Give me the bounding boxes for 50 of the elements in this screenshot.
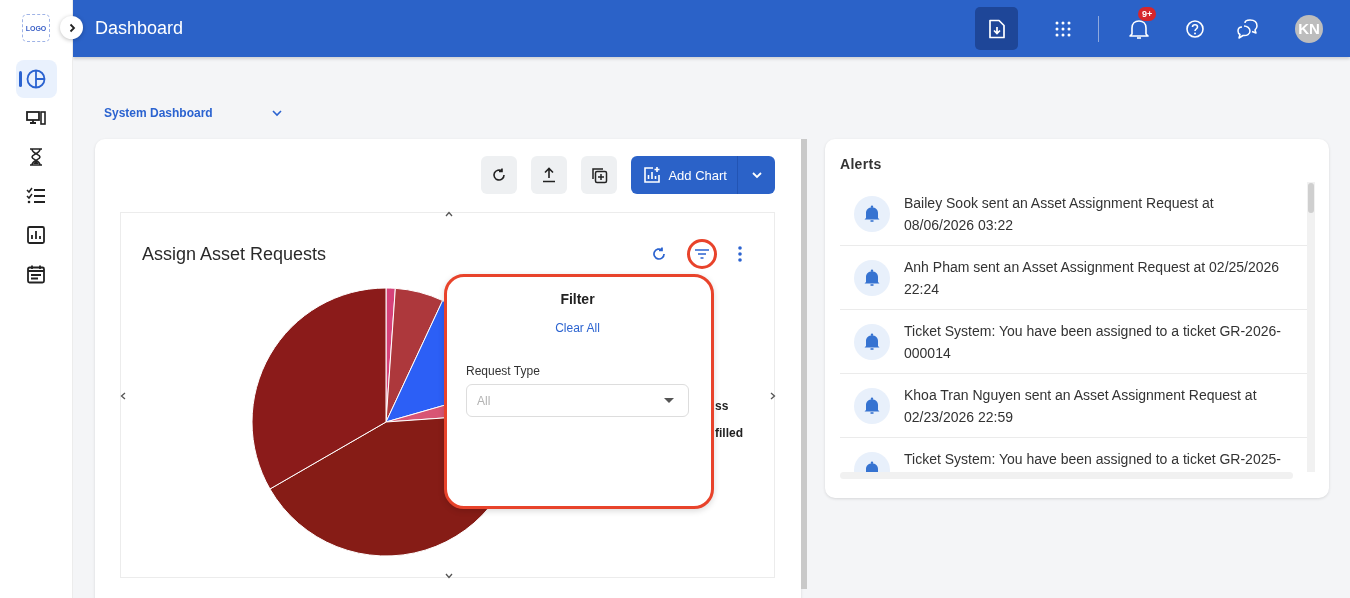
resize-handle-icon[interactable] [120,392,126,400]
alert-item[interactable]: Ticket System: You have been assigned to a ticket GR-2026-000014 [840,310,1307,374]
horizontal-scrollbar[interactable] [840,472,1293,479]
vertical-scrollbar[interactable] [1307,182,1315,472]
computer-icon [26,108,46,128]
alert-item[interactable]: Bailey Sook sent an Asset Assignment Request at 08/06/2026 03:22 [840,182,1307,246]
dropdown-arrow-icon [664,397,674,404]
more-options-icon[interactable] [738,246,742,262]
copy-add-icon [590,166,609,184]
alert-item[interactable]: Khoa Tran Nguyen sent an Asset Assignment Request at 02/23/2026 22:59 [840,374,1307,438]
bell-icon [854,260,890,296]
page-title: Dashboard [95,18,184,39]
caret-icon [750,171,763,179]
apps-grid-icon[interactable] [1054,19,1072,38]
chevron-down-icon [270,109,283,117]
dashboard-dropdown[interactable]: System Dashboard [95,104,283,122]
alert-item[interactable]: Anh Pham sent an Asset Assignment Request at 02/25/2026 22:24 [840,246,1307,310]
bell-icon [854,196,890,232]
bell-icon[interactable] [1129,17,1149,40]
duplicate-button[interactable] [581,156,618,194]
upload-icon [542,167,557,183]
pie-chart-icon [26,69,46,89]
refresh-icon[interactable] [652,247,666,261]
bell-icon [854,388,890,424]
alerts-title: Alerts [840,156,883,172]
resize-handle-icon[interactable] [770,392,776,400]
bar-chart-icon [26,225,46,245]
notification-badge: 9+ [1138,6,1157,21]
clear-all-link[interactable]: Clear All [555,321,600,335]
chat-bubbles-icon[interactable] [1237,18,1259,39]
field-label: Request Type [466,364,540,378]
popup-title: Filter [560,291,595,307]
resize-handle-icon[interactable] [445,573,453,579]
resize-handle-icon[interactable] [445,211,453,217]
bell-icon [854,324,890,360]
checklist-icon [26,186,46,206]
chart-title: Assign Asset Requests [142,243,327,265]
refresh-icon [492,168,507,182]
filter-icon [694,248,710,260]
refresh-button[interactable] [481,156,518,194]
add-chart-icon [643,166,662,184]
expand-sidebar-button[interactable] [60,16,83,39]
upload-button[interactable] [531,156,568,194]
help-icon[interactable] [1185,18,1205,39]
filter-button[interactable] [687,239,717,269]
download-button[interactable] [975,7,1018,50]
legend-label: filled [715,426,743,440]
file-download-icon [987,18,1006,39]
calendar-icon [26,264,46,284]
legend-label: ss [715,399,729,413]
